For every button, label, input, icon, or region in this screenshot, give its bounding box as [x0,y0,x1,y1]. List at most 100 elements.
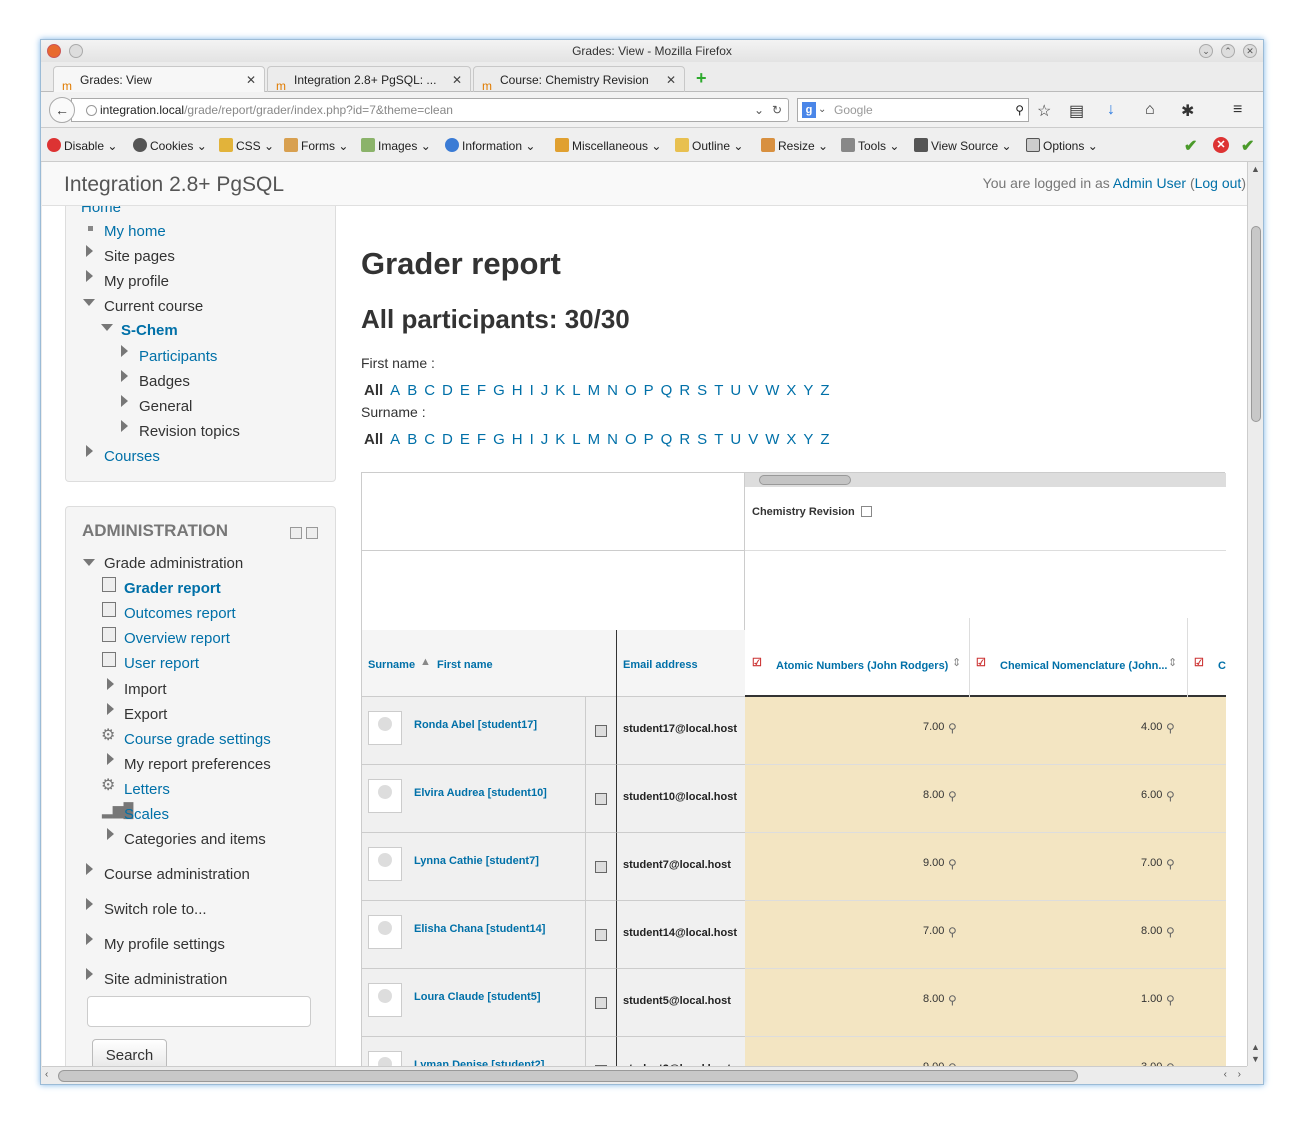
initial-d[interactable]: D [442,382,453,399]
expand-icon[interactable] [86,933,93,945]
close-tab-icon[interactable]: ✕ [246,67,256,93]
initial-l[interactable]: L [572,431,580,448]
admin-letters[interactable]: Letters [124,781,170,798]
devbar-tools[interactable]: Tools ⌄ [841,138,899,153]
avatar[interactable] [368,711,402,745]
chevron-down-icon[interactable]: ⌄ [754,99,764,121]
menu-icon[interactable]: ≡ [1233,101,1242,119]
initial-e[interactable]: E [460,431,470,448]
initial-b[interactable]: B [407,431,417,448]
download-icon[interactable]: ↓ [1107,101,1115,119]
initial-t[interactable]: T [714,431,723,448]
initial-y[interactable]: Y [803,431,813,448]
reading-list-icon[interactable]: ▤ [1069,101,1084,121]
dock-block-icon[interactable] [306,527,318,539]
chevron-down-icon[interactable]: ⌄ [818,99,826,121]
admin-categories-items[interactable]: Categories and items [124,831,266,848]
new-tab-icon[interactable]: + [696,68,707,89]
initial-c[interactable]: C [424,382,435,399]
expand-icon[interactable] [121,420,128,432]
user-report-icon[interactable] [595,793,607,805]
chevron-down-icon[interactable]: ▼ [1251,1054,1260,1064]
initial-n[interactable]: N [607,431,618,448]
initial-p[interactable]: P [644,431,654,448]
magnifier-icon[interactable]: ⚲ [1166,789,1175,803]
grade-value[interactable]: 8.00 [1141,925,1162,937]
logout-link[interactable]: Log out [1195,175,1242,191]
home-icon[interactable]: ⌂ [1145,101,1155,119]
admin-course-grade-settings[interactable]: Course grade settings [124,731,271,748]
grade-value[interactable]: 8.00 [923,789,944,801]
avatar[interactable] [368,847,402,881]
sort-icon[interactable]: ⇕ [1168,656,1177,669]
expand-icon[interactable] [121,395,128,407]
nav-current-course[interactable]: Current course [104,298,203,315]
addon-icon[interactable]: ✱ [1181,101,1194,121]
close-window-button[interactable]: ✕ [1243,44,1257,58]
initial-m[interactable]: M [588,382,601,399]
collapse-icon[interactable] [101,324,113,331]
student-name-link[interactable]: Elisha Chana [student14] [414,923,545,935]
user-report-icon[interactable] [595,929,607,941]
grade-value[interactable]: 6.00 [1141,789,1162,801]
close-tab-icon[interactable]: ✕ [452,67,462,93]
devbar-outline[interactable]: Outline ⌄ [675,138,743,153]
sort-icon[interactable]: ⇕ [952,656,961,669]
initial-all[interactable]: All [364,431,383,448]
initial-o[interactable]: O [625,431,637,448]
admin-outcomes-report[interactable]: Outcomes report [124,605,236,622]
admin-my-report-preferences[interactable]: My report preferences [124,756,271,773]
admin-course-administration[interactable]: Course administration [104,866,250,883]
grade-value[interactable]: 7.00 [923,925,944,937]
menu-dot-button[interactable] [69,44,83,58]
initial-t[interactable]: T [714,382,723,399]
page-hscroll[interactable]: ‹ ‹ › [42,1066,1247,1084]
admin-overview-report[interactable]: Overview report [124,630,230,647]
magnifier-icon[interactable]: ⚲ [1166,993,1175,1007]
admin-switch-role[interactable]: Switch role to... [104,901,207,918]
expand-icon[interactable] [86,898,93,910]
nav-courses[interactable]: Courses [104,448,160,465]
initial-j[interactable]: J [541,382,549,399]
grade-value[interactable]: 9.00 [923,857,944,869]
admin-import[interactable]: Import [124,681,167,698]
admin-grade-administration[interactable]: Grade administration [104,555,243,572]
table-hscroll-thumb[interactable] [759,475,851,485]
initial-k[interactable]: K [555,431,565,448]
validation-ok-icon[interactable]: ✔ [1184,136,1197,156]
grade-item-next[interactable]: C [1218,660,1226,672]
nav-my-profile[interactable]: My profile [104,273,169,290]
table-hscroll[interactable] [745,473,1226,487]
validation-ok-icon[interactable]: ✔ [1241,136,1254,156]
minimize-button[interactable]: ⌄ [1199,44,1213,58]
chevron-up-icon[interactable]: ▲ [1251,164,1260,174]
expand-icon[interactable] [86,863,93,875]
binoculars-icon[interactable]: ⚲ [1015,99,1024,121]
devbar-disable[interactable]: Disable ⌄ [47,138,117,153]
chevron-left-icon[interactable]: ‹ [45,1069,48,1080]
page-vscroll-thumb[interactable] [1251,226,1261,422]
grade-item-chemical-nomenclature[interactable]: Chemical Nomenclature (John... [1000,660,1167,672]
error-icon[interactable]: ✕ [1213,137,1229,153]
student-name-link[interactable]: Elvira Audrea [student10] [414,787,547,799]
initial-e[interactable]: E [460,382,470,399]
nav-general[interactable]: General [139,398,192,415]
avatar[interactable] [368,983,402,1017]
admin-search-input[interactable] [87,996,311,1027]
chevron-left-icon[interactable]: ‹ [1224,1069,1227,1080]
student-name-link[interactable]: Ronda Abel [student17] [414,719,537,731]
expand-icon[interactable] [86,270,93,282]
initial-w[interactable]: W [765,382,779,399]
reload-icon[interactable]: ↻ [772,99,782,121]
collapse-icon[interactable] [83,299,95,306]
expand-icon[interactable] [107,828,114,840]
user-report-icon[interactable] [595,725,607,737]
initial-i[interactable]: I [530,382,534,399]
avatar[interactable] [368,1051,402,1066]
expand-icon[interactable] [107,678,114,690]
grade-item-atomic-numbers[interactable]: Atomic Numbers (John Rodgers) [776,660,948,672]
magnifier-icon[interactable]: ⚲ [948,993,957,1007]
devbar-view-source[interactable]: View Source ⌄ [914,138,1012,153]
close-tab-icon[interactable]: ✕ [666,67,676,93]
initial-j[interactable]: J [541,431,549,448]
